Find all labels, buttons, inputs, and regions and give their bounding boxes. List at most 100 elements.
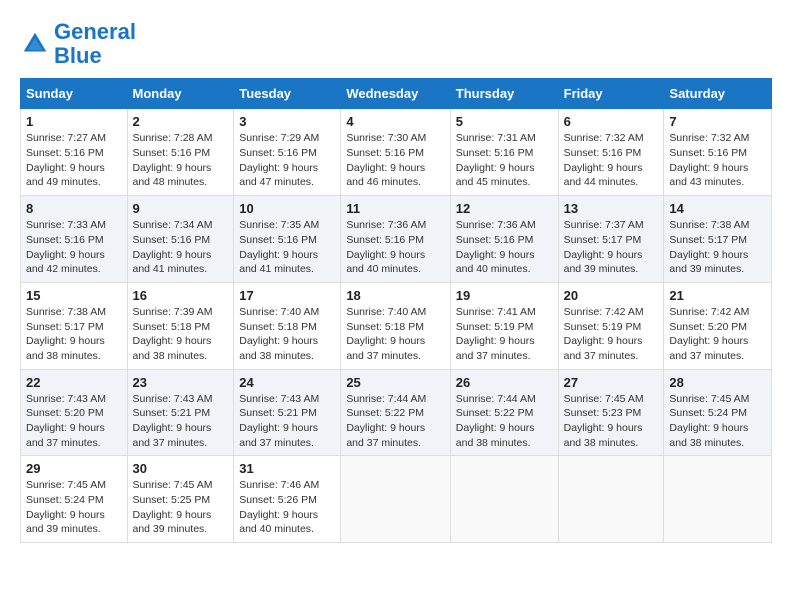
- day-info: Sunrise: 7:39 AMSunset: 5:18 PMDaylight:…: [133, 306, 213, 362]
- calendar-cell: 14 Sunrise: 7:38 AMSunset: 5:17 PMDaylig…: [664, 196, 772, 283]
- calendar-cell: 29 Sunrise: 7:45 AMSunset: 5:24 PMDaylig…: [21, 456, 128, 543]
- day-number: 25: [346, 375, 444, 390]
- day-number: 31: [239, 461, 335, 476]
- day-number: 1: [26, 114, 122, 129]
- day-info: Sunrise: 7:46 AMSunset: 5:26 PMDaylight:…: [239, 479, 319, 535]
- day-number: 12: [456, 201, 553, 216]
- day-number: 9: [133, 201, 229, 216]
- calendar-cell: [558, 456, 664, 543]
- day-header-friday: Friday: [558, 79, 664, 109]
- day-info: Sunrise: 7:45 AMSunset: 5:24 PMDaylight:…: [669, 393, 749, 449]
- calendar-week-row: 22 Sunrise: 7:43 AMSunset: 5:20 PMDaylig…: [21, 369, 772, 456]
- calendar-cell: 4 Sunrise: 7:30 AMSunset: 5:16 PMDayligh…: [341, 109, 450, 196]
- calendar-cell: 5 Sunrise: 7:31 AMSunset: 5:16 PMDayligh…: [450, 109, 558, 196]
- calendar-cell: 3 Sunrise: 7:29 AMSunset: 5:16 PMDayligh…: [234, 109, 341, 196]
- calendar-cell: 1 Sunrise: 7:27 AMSunset: 5:16 PMDayligh…: [21, 109, 128, 196]
- day-info: Sunrise: 7:44 AMSunset: 5:22 PMDaylight:…: [456, 393, 536, 449]
- day-number: 23: [133, 375, 229, 390]
- calendar-cell: 2 Sunrise: 7:28 AMSunset: 5:16 PMDayligh…: [127, 109, 234, 196]
- day-number: 29: [26, 461, 122, 476]
- day-info: Sunrise: 7:40 AMSunset: 5:18 PMDaylight:…: [239, 306, 319, 362]
- day-info: Sunrise: 7:43 AMSunset: 5:21 PMDaylight:…: [133, 393, 213, 449]
- logo: GeneralBlue: [20, 20, 136, 68]
- calendar-table: SundayMondayTuesdayWednesdayThursdayFrid…: [20, 78, 772, 543]
- day-number: 28: [669, 375, 766, 390]
- calendar-cell: 11 Sunrise: 7:36 AMSunset: 5:16 PMDaylig…: [341, 196, 450, 283]
- day-number: 4: [346, 114, 444, 129]
- calendar-cell: 27 Sunrise: 7:45 AMSunset: 5:23 PMDaylig…: [558, 369, 664, 456]
- calendar-cell: 15 Sunrise: 7:38 AMSunset: 5:17 PMDaylig…: [21, 282, 128, 369]
- day-info: Sunrise: 7:43 AMSunset: 5:21 PMDaylight:…: [239, 393, 319, 449]
- day-number: 16: [133, 288, 229, 303]
- calendar-body: 1 Sunrise: 7:27 AMSunset: 5:16 PMDayligh…: [21, 109, 772, 543]
- calendar-cell: 22 Sunrise: 7:43 AMSunset: 5:20 PMDaylig…: [21, 369, 128, 456]
- logo-icon: [20, 29, 50, 59]
- day-number: 21: [669, 288, 766, 303]
- calendar-cell: 9 Sunrise: 7:34 AMSunset: 5:16 PMDayligh…: [127, 196, 234, 283]
- calendar-cell: 21 Sunrise: 7:42 AMSunset: 5:20 PMDaylig…: [664, 282, 772, 369]
- day-info: Sunrise: 7:27 AMSunset: 5:16 PMDaylight:…: [26, 132, 106, 188]
- calendar-cell: 23 Sunrise: 7:43 AMSunset: 5:21 PMDaylig…: [127, 369, 234, 456]
- day-info: Sunrise: 7:36 AMSunset: 5:16 PMDaylight:…: [456, 219, 536, 275]
- day-info: Sunrise: 7:42 AMSunset: 5:19 PMDaylight:…: [564, 306, 644, 362]
- calendar-cell: 20 Sunrise: 7:42 AMSunset: 5:19 PMDaylig…: [558, 282, 664, 369]
- day-info: Sunrise: 7:32 AMSunset: 5:16 PMDaylight:…: [564, 132, 644, 188]
- day-header-wednesday: Wednesday: [341, 79, 450, 109]
- day-info: Sunrise: 7:43 AMSunset: 5:20 PMDaylight:…: [26, 393, 106, 449]
- day-info: Sunrise: 7:45 AMSunset: 5:24 PMDaylight:…: [26, 479, 106, 535]
- day-header-sunday: Sunday: [21, 79, 128, 109]
- day-number: 30: [133, 461, 229, 476]
- day-info: Sunrise: 7:42 AMSunset: 5:20 PMDaylight:…: [669, 306, 749, 362]
- calendar-cell: 7 Sunrise: 7:32 AMSunset: 5:16 PMDayligh…: [664, 109, 772, 196]
- day-header-saturday: Saturday: [664, 79, 772, 109]
- day-number: 6: [564, 114, 659, 129]
- day-number: 27: [564, 375, 659, 390]
- day-info: Sunrise: 7:38 AMSunset: 5:17 PMDaylight:…: [26, 306, 106, 362]
- day-number: 19: [456, 288, 553, 303]
- day-info: Sunrise: 7:31 AMSunset: 5:16 PMDaylight:…: [456, 132, 536, 188]
- day-info: Sunrise: 7:45 AMSunset: 5:23 PMDaylight:…: [564, 393, 644, 449]
- day-number: 22: [26, 375, 122, 390]
- day-number: 20: [564, 288, 659, 303]
- calendar-cell: 12 Sunrise: 7:36 AMSunset: 5:16 PMDaylig…: [450, 196, 558, 283]
- calendar-week-row: 1 Sunrise: 7:27 AMSunset: 5:16 PMDayligh…: [21, 109, 772, 196]
- calendar-cell: 28 Sunrise: 7:45 AMSunset: 5:24 PMDaylig…: [664, 369, 772, 456]
- page-header: GeneralBlue: [20, 20, 772, 68]
- day-info: Sunrise: 7:32 AMSunset: 5:16 PMDaylight:…: [669, 132, 749, 188]
- day-number: 3: [239, 114, 335, 129]
- day-info: Sunrise: 7:35 AMSunset: 5:16 PMDaylight:…: [239, 219, 319, 275]
- calendar-cell: [341, 456, 450, 543]
- calendar-cell: 31 Sunrise: 7:46 AMSunset: 5:26 PMDaylig…: [234, 456, 341, 543]
- day-header-monday: Monday: [127, 79, 234, 109]
- calendar-week-row: 29 Sunrise: 7:45 AMSunset: 5:24 PMDaylig…: [21, 456, 772, 543]
- day-number: 7: [669, 114, 766, 129]
- day-number: 18: [346, 288, 444, 303]
- calendar-cell: 30 Sunrise: 7:45 AMSunset: 5:25 PMDaylig…: [127, 456, 234, 543]
- calendar-cell: 17 Sunrise: 7:40 AMSunset: 5:18 PMDaylig…: [234, 282, 341, 369]
- day-info: Sunrise: 7:40 AMSunset: 5:18 PMDaylight:…: [346, 306, 426, 362]
- calendar-cell: 8 Sunrise: 7:33 AMSunset: 5:16 PMDayligh…: [21, 196, 128, 283]
- calendar-week-row: 15 Sunrise: 7:38 AMSunset: 5:17 PMDaylig…: [21, 282, 772, 369]
- day-info: Sunrise: 7:30 AMSunset: 5:16 PMDaylight:…: [346, 132, 426, 188]
- calendar-cell: 16 Sunrise: 7:39 AMSunset: 5:18 PMDaylig…: [127, 282, 234, 369]
- calendar-cell: 26 Sunrise: 7:44 AMSunset: 5:22 PMDaylig…: [450, 369, 558, 456]
- calendar-week-row: 8 Sunrise: 7:33 AMSunset: 5:16 PMDayligh…: [21, 196, 772, 283]
- day-number: 14: [669, 201, 766, 216]
- day-number: 15: [26, 288, 122, 303]
- day-header-tuesday: Tuesday: [234, 79, 341, 109]
- day-info: Sunrise: 7:37 AMSunset: 5:17 PMDaylight:…: [564, 219, 644, 275]
- day-number: 10: [239, 201, 335, 216]
- day-number: 2: [133, 114, 229, 129]
- calendar-cell: 6 Sunrise: 7:32 AMSunset: 5:16 PMDayligh…: [558, 109, 664, 196]
- day-info: Sunrise: 7:36 AMSunset: 5:16 PMDaylight:…: [346, 219, 426, 275]
- day-info: Sunrise: 7:29 AMSunset: 5:16 PMDaylight:…: [239, 132, 319, 188]
- calendar-cell: 24 Sunrise: 7:43 AMSunset: 5:21 PMDaylig…: [234, 369, 341, 456]
- day-info: Sunrise: 7:38 AMSunset: 5:17 PMDaylight:…: [669, 219, 749, 275]
- calendar-cell: 19 Sunrise: 7:41 AMSunset: 5:19 PMDaylig…: [450, 282, 558, 369]
- day-info: Sunrise: 7:34 AMSunset: 5:16 PMDaylight:…: [133, 219, 213, 275]
- calendar-cell: 10 Sunrise: 7:35 AMSunset: 5:16 PMDaylig…: [234, 196, 341, 283]
- day-number: 5: [456, 114, 553, 129]
- calendar-header-row: SundayMondayTuesdayWednesdayThursdayFrid…: [21, 79, 772, 109]
- calendar-cell: 13 Sunrise: 7:37 AMSunset: 5:17 PMDaylig…: [558, 196, 664, 283]
- day-number: 11: [346, 201, 444, 216]
